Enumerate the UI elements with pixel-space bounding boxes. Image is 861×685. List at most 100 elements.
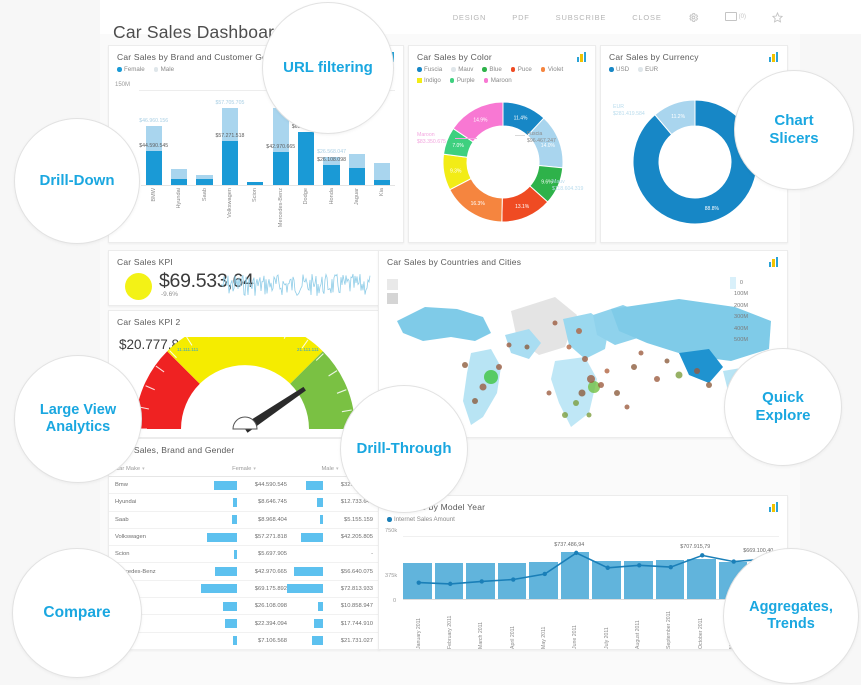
map-city-bubble[interactable] [546,390,552,396]
map-city-bubble[interactable] [624,404,630,410]
table-row[interactable]: Scion $5.697.905 - [109,546,379,564]
column-header-female[interactable]: Female ▾ [201,466,287,472]
callout-compare[interactable]: Compare [12,548,142,678]
x-axis-tick[interactable]: Mercedes-Benz [268,188,293,240]
x-axis-tick[interactable]: Saab [192,188,217,240]
map-city-bubble[interactable] [631,364,637,370]
tile-car-sales-kpi[interactable]: Car Sales KPI $69.533,64 -9.6% [108,250,380,306]
line-point[interactable] [479,579,484,584]
bar-segment-female[interactable] [348,168,366,186]
x-axis-tick[interactable]: August 2011 [622,601,653,649]
bar-column[interactable]: $46.960.156 $44.590.545 [139,88,168,186]
map-city-bubble[interactable] [496,364,502,370]
map-city-bubble[interactable] [562,412,568,418]
table-row[interactable]: Saab $8.968.404 $5.155.159 [109,512,379,529]
table-row[interactable]: Bmw$44.590.545$32.089.156 [109,477,379,495]
fullscreen-icon[interactable]: (0) [724,12,746,22]
bar-column[interactable] [243,88,268,186]
x-axis-tick[interactable]: Dodge [293,188,318,240]
map-city-bubble[interactable] [484,370,498,384]
table-row[interactable]: Mercedes-Benz $42.970.665 $56.640.075 [109,563,379,581]
x-axis-tick[interactable]: September 2011 [654,601,685,649]
table-row[interactable]: Jaguar$22.394.094$17.744.910 [109,615,379,633]
callout-url-filtering[interactable]: URL filtering [262,2,394,134]
legend-item-male[interactable]: Male [153,66,174,73]
x-axis-tick[interactable]: May 2011 [528,601,559,649]
map-city-bubble[interactable] [604,368,610,374]
map-city-bubble[interactable] [472,398,478,404]
line-point[interactable] [448,581,453,587]
tile-car-sales-by-color[interactable]: Car Sales by Color Fuscia Mauv Blue Puce Vio… [408,45,596,283]
line-point[interactable] [731,559,736,564]
map-city-bubble[interactable] [566,344,572,350]
x-axis-tick[interactable]: October 2011 [685,601,716,649]
map-city-bubble[interactable] [506,342,512,348]
map-city-bubble[interactable] [479,383,487,391]
line-point[interactable] [511,577,516,582]
callout-drill-through[interactable]: Drill-Through [340,385,468,513]
bar-column[interactable]: $57.705.705 $57.271.518 [215,88,244,186]
favorite-star-icon[interactable] [772,11,783,23]
x-axis-tick[interactable]: Volkswagen [217,188,242,240]
map-city-bubble[interactable] [462,362,468,368]
menu-item-subscribe[interactable]: SUBSCRIBE [556,13,607,22]
map-city-bubble[interactable] [587,375,595,383]
x-axis-tick[interactable]: Honda [319,188,344,240]
gear-icon[interactable] [688,12,699,23]
x-axis-tick[interactable]: Kia [370,188,395,240]
x-axis-tick[interactable]: Scion [243,188,268,240]
map-region[interactable] [397,307,491,341]
x-axis-tick[interactable]: July 2011 [591,601,622,649]
visual-type-icon[interactable] [769,502,780,512]
callout-drill-down[interactable]: Drill-Down [14,118,140,244]
bar-column[interactable] [166,88,191,186]
legend-item-internet-sales-amount[interactable]: Internet Sales Amount [387,516,455,523]
bar-segment-male[interactable] [170,169,188,180]
bar-segment-female[interactable] [298,131,315,186]
map-city-bubble[interactable] [524,344,530,350]
map-city-bubble[interactable] [654,376,660,382]
x-axis-tick[interactable]: Hyundai [166,188,191,240]
table-row[interactable]: Honda$26.108.098$10.858.947 [109,598,379,616]
line-point[interactable] [668,564,673,570]
line-point[interactable] [605,565,610,570]
map-city-bubble[interactable] [675,371,683,379]
map-city-bubble[interactable] [578,389,586,397]
x-axis-tick[interactable]: BMW [141,188,166,240]
bar-segment-male[interactable] [374,163,391,181]
table-row[interactable]: Volkswagen $57.271.818 $42.205.805 [109,529,379,547]
map-city-bubble[interactable] [598,382,604,388]
bar-segment-male[interactable] [348,154,366,169]
callout-quick-explore[interactable]: Quick Explore [724,348,842,466]
map-city-bubble[interactable] [552,320,558,326]
x-axis-tick[interactable]: March 2011 [466,601,497,649]
line-point[interactable] [637,563,642,568]
callout-aggregates-trends[interactable]: Aggregates, Trends [723,548,859,684]
menu-item-pdf[interactable]: PDF [512,13,529,22]
tile-car-sales-brand-and-gender-table[interactable]: Car Sales, Brand and Gender Car Make ▾ Fe… [108,438,380,650]
table-row[interactable]: Hyundai $8.646.745 $12.733.647 [109,494,379,512]
line-point[interactable] [700,553,705,558]
menu-item-design[interactable]: DESIGN [453,13,487,22]
map-city-bubble[interactable] [664,358,670,364]
bar-column[interactable] [192,88,217,186]
map-city-bubble[interactable] [638,350,644,356]
line-point[interactable] [542,571,547,577]
bar-segment-female[interactable] [145,150,162,186]
table-row[interactable]: Kia$7.106.568$21.731.027 [109,633,379,650]
x-axis-tick[interactable]: Jaguar [344,188,369,240]
map-city-bubble[interactable] [582,356,588,362]
menu-item-close[interactable]: CLOSE [632,13,661,22]
line-point[interactable] [574,550,579,556]
bar-segment-female[interactable] [323,165,340,186]
map-city-bubble[interactable] [573,400,579,406]
map-city-bubble[interactable] [586,412,592,418]
map-city-bubble[interactable] [614,390,620,396]
callout-chart-slicers[interactable]: Chart Slicers [734,70,854,190]
tile-car-sales-kpi-2[interactable]: Car Sales KPI 2 $20.777.891 11.111.111 2… [108,310,380,438]
map-city-bubble[interactable] [694,368,700,374]
x-axis-tick[interactable]: April 2011 [497,601,528,649]
map-city-bubble[interactable] [706,382,712,388]
x-axis-tick[interactable]: January 2011 [403,601,434,649]
legend-item-female[interactable]: Female [117,66,145,73]
